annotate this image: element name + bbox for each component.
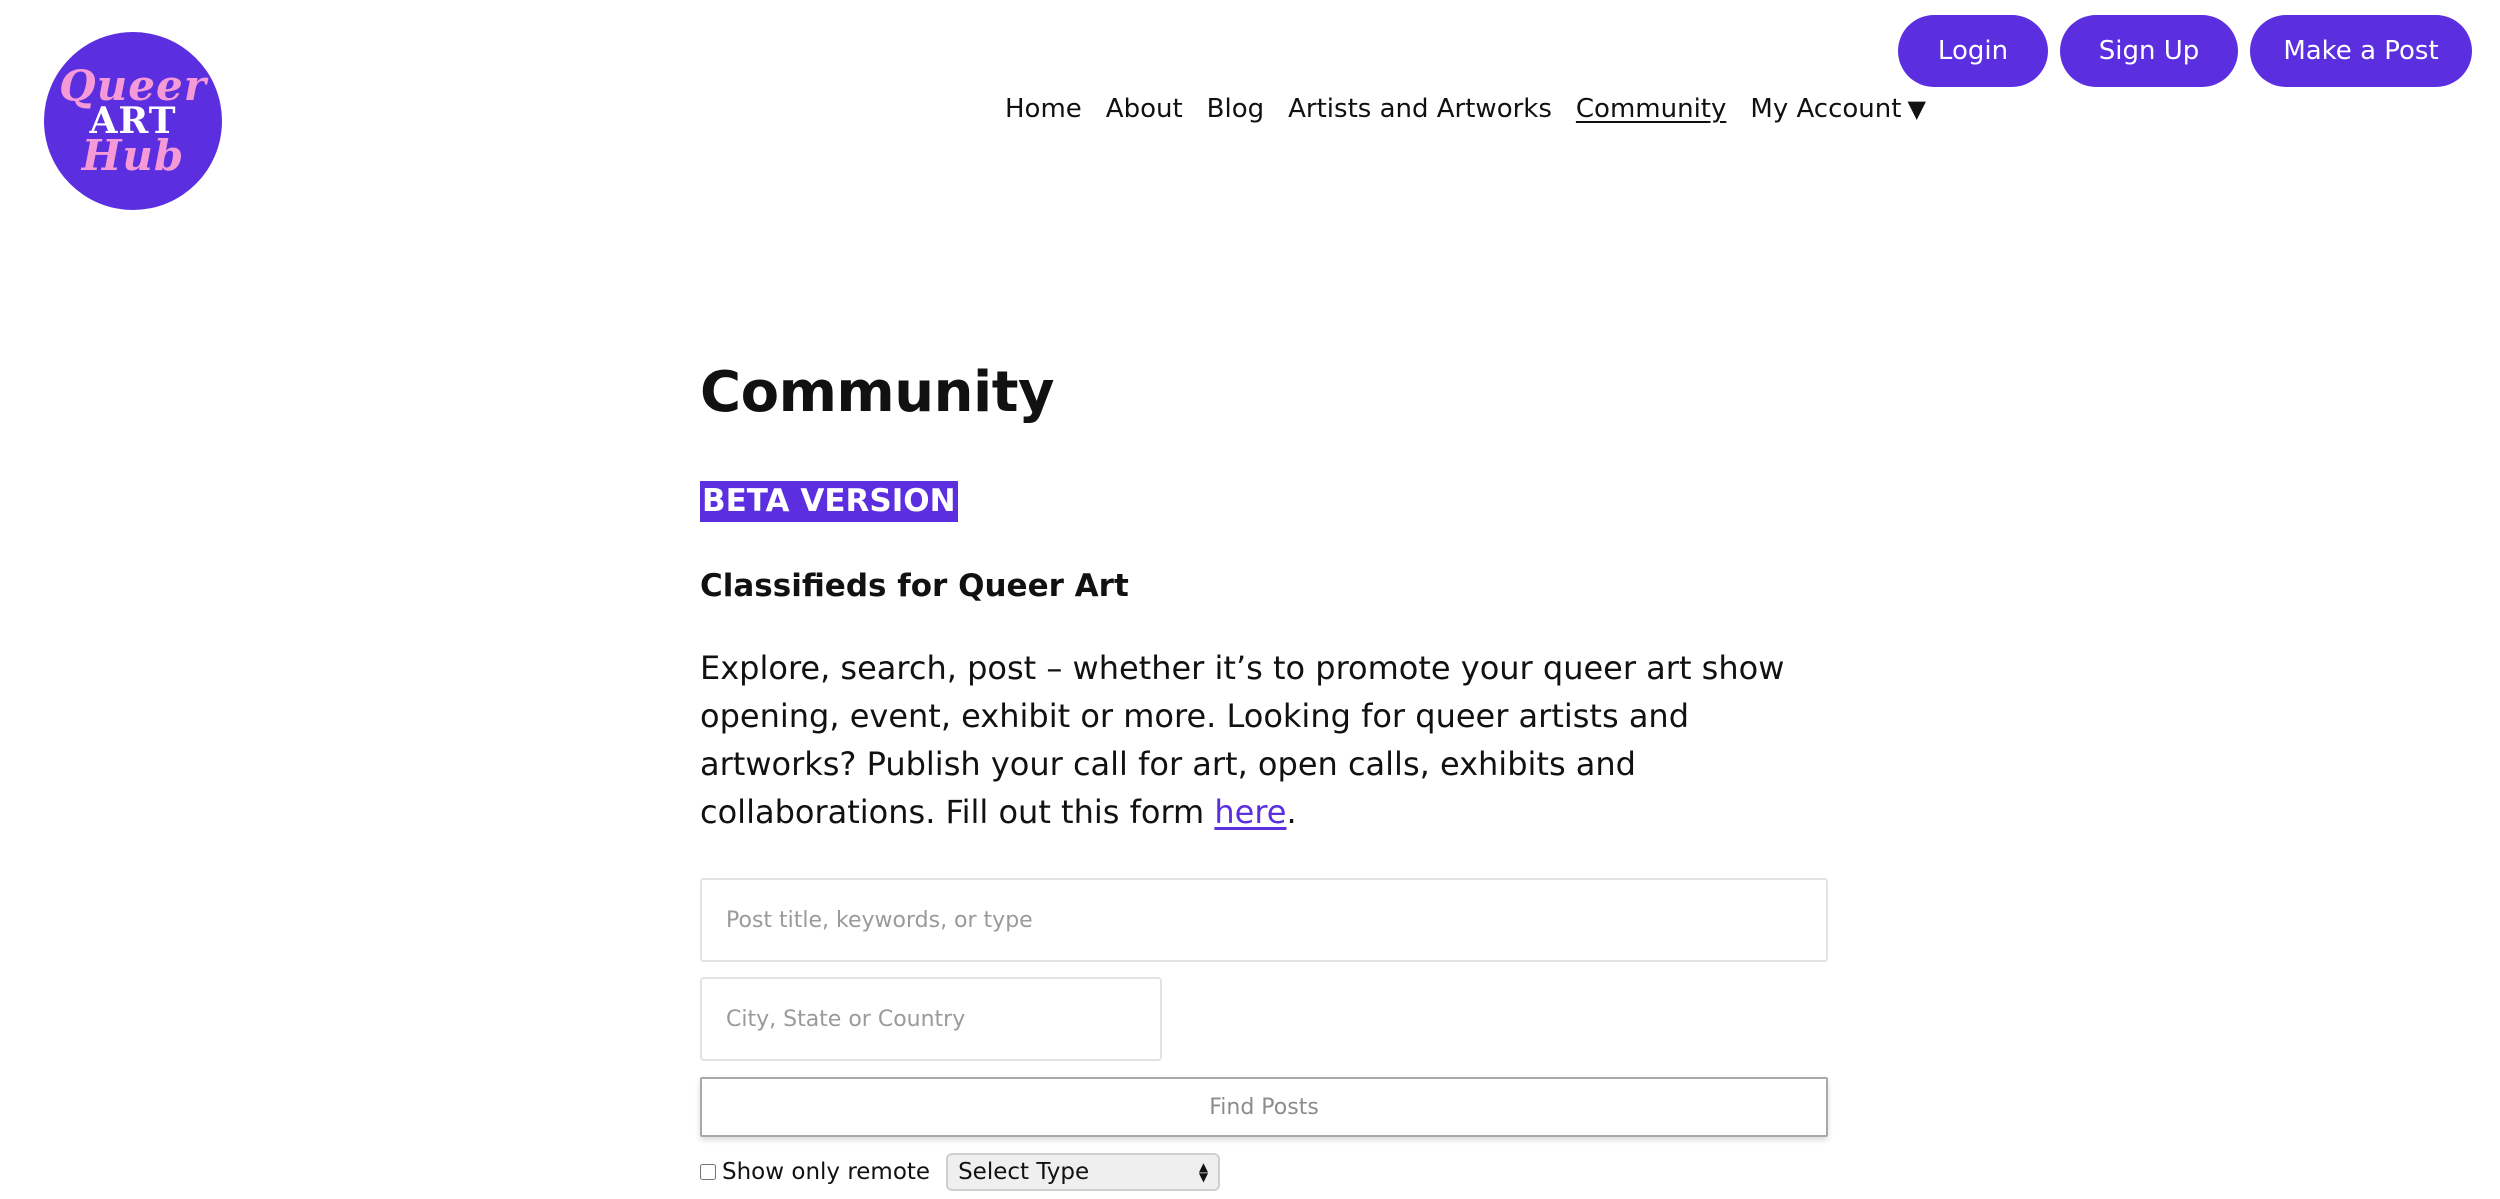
section-subheading: Classifieds for Queer Art	[700, 568, 1129, 605]
nav-home[interactable]: Home	[1005, 94, 1082, 124]
make-a-post-button[interactable]: Make a Post	[2250, 15, 2472, 87]
intro-end: .	[1286, 793, 1297, 832]
header-actions: Login Sign Up Make a Post	[1898, 15, 2472, 87]
main-content: Community BETA VERSION Classifieds for Q…	[700, 360, 1828, 1192]
intro-paragraph: Explore, search, post – whether it’s to …	[700, 644, 1828, 836]
keywords-search-input[interactable]	[700, 878, 1828, 963]
main-navigation: Home About Blog Artists and Artworks Com…	[1005, 94, 1950, 124]
nav-blog[interactable]: Blog	[1207, 94, 1264, 124]
caret-down-icon: ▼	[1907, 95, 1926, 123]
post-type-select[interactable]: Select Type ▲ ▼	[946, 1153, 1221, 1192]
beta-version-badge: BETA VERSION	[700, 481, 958, 523]
nav-my-account-label: My Account	[1750, 94, 1902, 124]
show-only-remote-label: Show only remote	[722, 1159, 931, 1186]
location-search-input[interactable]	[700, 977, 1162, 1062]
nav-about[interactable]: About	[1106, 94, 1183, 124]
show-only-remote-checkbox[interactable]	[700, 1164, 716, 1181]
post-type-select-value: Select Type	[958, 1159, 1090, 1186]
remote-filter[interactable]: Show only remote	[700, 1159, 930, 1185]
sign-up-button[interactable]: Sign Up	[2060, 15, 2238, 87]
form-here-link[interactable]: here	[1214, 793, 1286, 831]
nav-my-account[interactable]: My Account ▼	[1750, 94, 1926, 124]
search-filters: Show only remote Select Type ▲ ▼	[700, 1153, 1828, 1192]
find-posts-button[interactable]: Find Posts	[700, 1077, 1828, 1138]
nav-community[interactable]: Community	[1576, 94, 1726, 124]
nav-artists-and-artworks[interactable]: Artists and Artworks	[1288, 94, 1552, 124]
queer-art-hub-logo[interactable]: Queer ART Hub	[44, 32, 222, 210]
select-arrows-icon: ▲ ▼	[1198, 1160, 1209, 1185]
post-search-form: Find Posts Show only remote Select Type …	[700, 878, 1828, 1192]
logo-text-hub: Hub	[81, 131, 185, 181]
page-title: Community	[700, 360, 1054, 425]
login-button[interactable]: Login	[1898, 15, 2048, 87]
